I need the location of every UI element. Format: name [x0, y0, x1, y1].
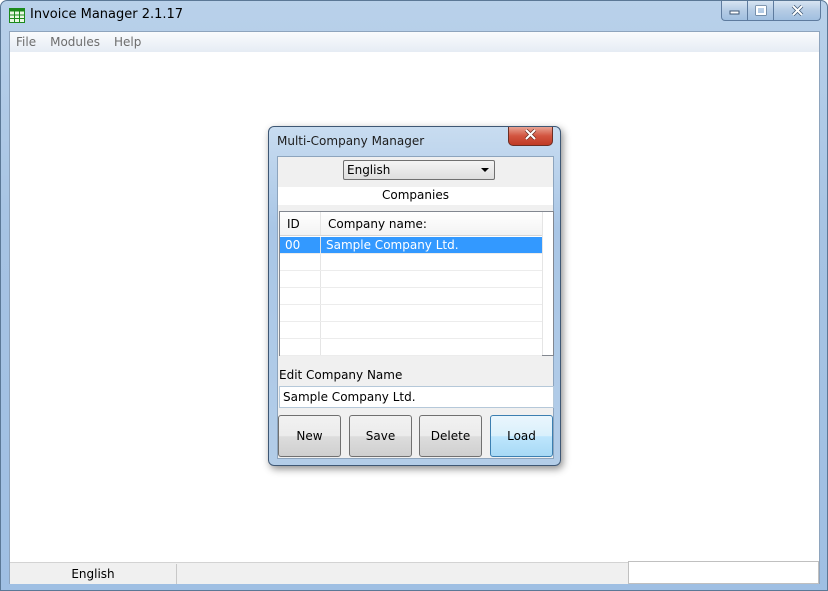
cell-id: 00 — [280, 237, 321, 253]
edit-company-name-input[interactable] — [279, 386, 554, 408]
menu-file[interactable]: File — [10, 35, 43, 49]
empty-cell — [321, 305, 542, 321]
close-icon — [524, 128, 537, 143]
maximize-button[interactable] — [748, 1, 774, 21]
menu-help[interactable]: Help — [107, 35, 148, 49]
button-row: New Save Delete Load — [278, 415, 555, 457]
multi-company-dialog: Multi-Company Manager English Companies … — [268, 126, 561, 466]
companies-grid: ID Company name: 00 Sample Company Ltd. — [279, 211, 554, 356]
status-right — [628, 561, 819, 584]
empty-cell — [321, 322, 542, 338]
window-title: Invoice Manager 2.1.17 — [30, 7, 184, 22]
empty-cell — [280, 322, 321, 338]
empty-cell — [321, 271, 542, 287]
empty-cell — [280, 254, 321, 270]
column-header-id[interactable]: ID — [280, 212, 321, 235]
companies-label: Companies — [278, 187, 553, 205]
table-row[interactable]: 00 Sample Company Ltd. — [280, 237, 542, 254]
empty-table-row — [280, 288, 542, 305]
empty-table-row — [280, 305, 542, 322]
empty-cell — [280, 271, 321, 287]
column-header-company-name[interactable]: Company name: — [321, 212, 542, 235]
delete-button[interactable]: Delete — [419, 415, 482, 457]
dialog-title: Multi-Company Manager — [277, 134, 425, 148]
empty-table-row — [280, 254, 542, 271]
empty-table-row — [280, 339, 542, 356]
close-button[interactable] — [774, 1, 821, 21]
empty-cell — [280, 288, 321, 304]
edit-company-name-label: Edit Company Name — [279, 368, 403, 382]
caption-buttons — [721, 1, 821, 22]
empty-table-row — [280, 271, 542, 288]
language-select[interactable]: English — [343, 160, 495, 180]
dialog-body: English Companies ID Company name: 00 Sam… — [277, 156, 554, 459]
minimize-icon — [729, 7, 740, 15]
grid-rows: 00 Sample Company Ltd. — [280, 237, 542, 356]
spreadsheet-icon — [9, 8, 25, 23]
cell-company-name: Sample Company Ltd. — [321, 237, 542, 253]
status-bar: English — [10, 561, 819, 584]
empty-cell — [321, 254, 542, 270]
load-button[interactable]: Load — [490, 415, 553, 457]
grid-header: ID Company name: — [280, 212, 542, 236]
empty-cell — [321, 339, 542, 355]
status-middle — [178, 564, 628, 584]
language-select-value: English — [347, 163, 391, 177]
chevron-down-icon — [481, 168, 489, 172]
grid-filler-column — [542, 212, 553, 355]
empty-cell — [280, 305, 321, 321]
close-icon — [791, 5, 804, 16]
status-language: English — [10, 564, 177, 584]
save-button[interactable]: Save — [349, 415, 412, 457]
menu-modules[interactable]: Modules — [43, 35, 107, 49]
maximize-icon — [755, 5, 767, 16]
app-window: Invoice Manager 2.1.17 File Modules Help… — [0, 0, 828, 591]
empty-table-row — [280, 322, 542, 339]
empty-cell — [321, 288, 542, 304]
empty-cell — [280, 339, 321, 355]
dialog-close-button[interactable] — [508, 127, 553, 146]
title-bar[interactable]: Invoice Manager 2.1.17 — [1, 1, 827, 31]
new-button[interactable]: New — [278, 415, 341, 457]
minimize-button[interactable] — [721, 1, 748, 21]
menu-bar: File Modules Help — [10, 32, 819, 52]
